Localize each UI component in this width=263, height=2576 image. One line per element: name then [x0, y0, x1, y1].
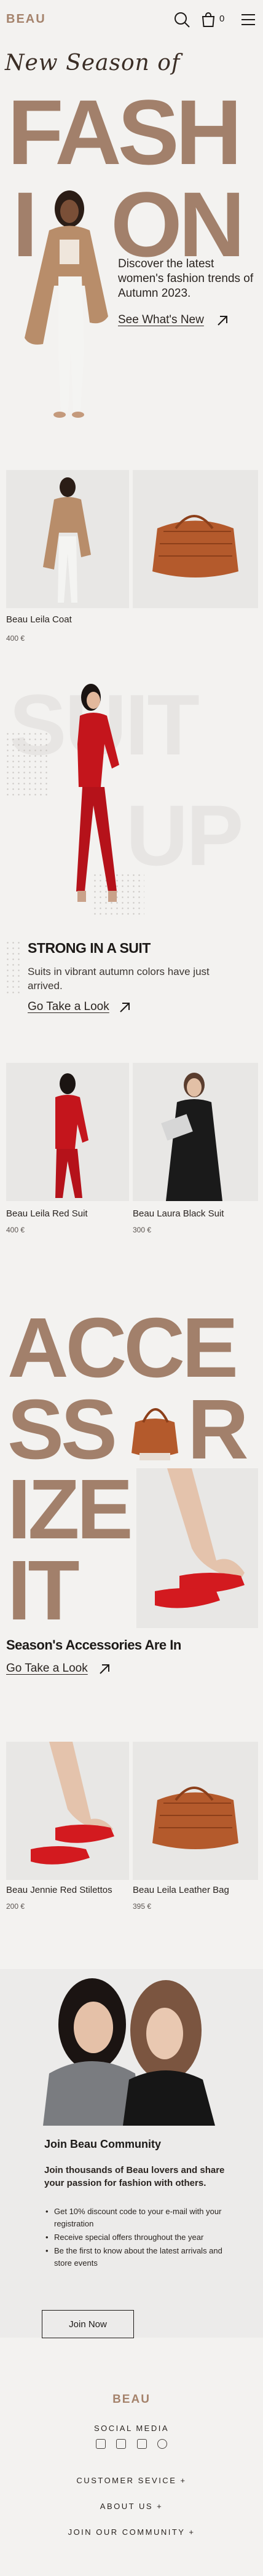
community-models-image	[43, 1978, 215, 2126]
header: BEAU 0	[0, 0, 263, 39]
social-icons	[96, 2439, 167, 2450]
product-name[interactable]: Beau Leila Leather Bag	[133, 1885, 229, 1895]
product-name[interactable]: Beau Leila Coat	[6, 614, 72, 625]
search-icon[interactable]	[173, 11, 190, 28]
accessories-big-line-1: ACCE	[7, 1301, 238, 1395]
logo[interactable]: BEAU	[6, 12, 46, 26]
hero-script-heading: New Season of	[5, 50, 181, 76]
accessories-go-take-a-look-link[interactable]: Go Take a Look	[6, 1662, 88, 1675]
footer-link-customer-service[interactable]: CUSTOMER SEVICE +	[0, 2476, 263, 2485]
product-name[interactable]: Beau Laura Black Suit	[133, 1208, 224, 1219]
accessory-bag-image	[132, 1408, 178, 1460]
join-now-button[interactable]: Join Now	[42, 2310, 134, 2338]
accessories-title: Season's Accessories Are In	[6, 1637, 181, 1653]
hero-model-image	[25, 190, 108, 418]
cart-icon[interactable]	[200, 11, 217, 28]
product-image-leila-coat[interactable]	[6, 470, 129, 608]
product-price: 395 €	[133, 1902, 152, 1911]
list-item: Receive special offers throughout the ye…	[44, 2231, 229, 2244]
list-item: Get 10% discount code to your e-mail wit…	[44, 2206, 229, 2230]
product-image-black-suit[interactable]	[133, 1063, 258, 1201]
instagram-icon[interactable]	[116, 2439, 127, 2449]
product-image-leather-bag[interactable]	[133, 1742, 258, 1880]
social-media-heading: SOCIAL MEDIA	[94, 2424, 169, 2433]
product-name[interactable]: Beau Leila Red Suit	[6, 1208, 88, 1219]
menu-icon[interactable]	[240, 11, 257, 28]
product-image-red-stilettos[interactable]	[6, 1742, 129, 1880]
product-price: 200 €	[6, 1902, 25, 1911]
list-item: Be the first to know about the latest ar…	[44, 2245, 229, 2269]
hero-big-word-top: FASH	[7, 80, 242, 184]
youtube-icon[interactable]	[136, 2439, 147, 2449]
accessories-big-line-2b: R	[187, 1382, 249, 1477]
footer-link-join-community[interactable]: JOIN OUR COMMUNITY +	[0, 2527, 263, 2537]
product-price: 300 €	[133, 1226, 152, 1234]
arrow-up-right-icon	[218, 316, 227, 326]
pinterest-icon[interactable]	[157, 2439, 167, 2449]
footer-logo[interactable]: BEAU	[0, 2393, 263, 2406]
linkedin-icon[interactable]	[96, 2439, 106, 2449]
cart-count: 0	[219, 14, 225, 24]
product-name[interactable]: Beau Jennie Red Stilettos	[6, 1885, 112, 1895]
product-image-red-suit[interactable]	[6, 1063, 129, 1201]
community-benefits-list: Get 10% discount code to your e-mail wit…	[44, 2206, 229, 2271]
product-image-leather-bag[interactable]	[133, 470, 258, 608]
page: BEAU 0 New Season of FASH I ON Discover …	[0, 0, 263, 2576]
accessories-big-line-3: IZE	[7, 1462, 133, 1557]
accessories-big-line-2a: SS	[7, 1382, 117, 1477]
see-whats-new-link[interactable]: See What's New	[118, 313, 204, 327]
hero-description: Discover the latest women's fashion tren…	[118, 257, 254, 300]
suit-go-take-a-look-link[interactable]: Go Take a Look	[28, 1000, 109, 1014]
suit-section-subtitle: Suits in vibrant autumn colors have just…	[28, 966, 210, 992]
suit-section-title: STRONG IN A SUIT	[28, 940, 151, 956]
accessories-big-line-4: IT	[7, 1543, 80, 1638]
arrow-up-right-icon	[120, 1003, 130, 1012]
decorative-dots	[5, 940, 22, 995]
product-price: 400 €	[6, 1226, 25, 1234]
suit-model-image	[76, 684, 119, 902]
product-price: 400 €	[6, 634, 25, 643]
community-text: Join thousands of Beau lovers and share …	[44, 2165, 225, 2188]
footer-link-about-us[interactable]: ABOUT US +	[0, 2502, 263, 2511]
arrow-up-right-icon	[100, 1664, 109, 1674]
accessory-shoes-image	[136, 1468, 258, 1628]
community-title: Join Beau Community	[44, 2138, 162, 2150]
